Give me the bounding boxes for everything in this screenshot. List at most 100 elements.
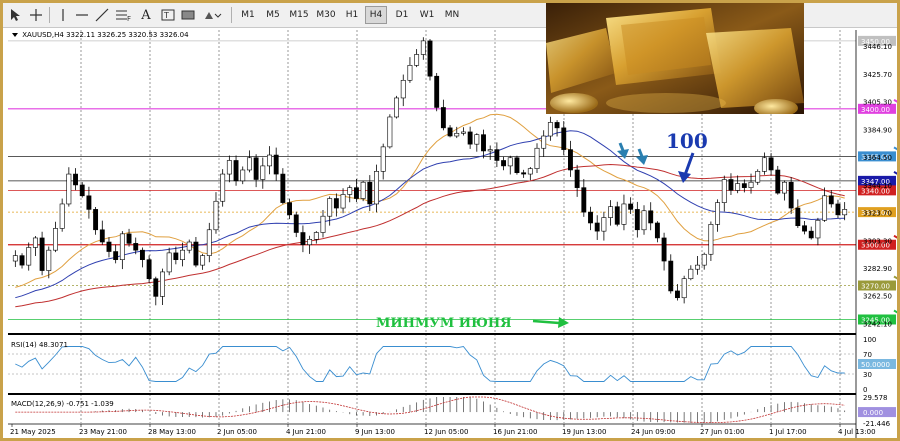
time-axis-label: 28 May 13:00 (148, 428, 196, 436)
price-tick-label: 3344.10 (863, 182, 892, 190)
time-axis-label: 19 Jun 13:00 (562, 428, 606, 436)
candle (521, 169, 527, 178)
candle (394, 95, 400, 119)
rsi-label: RSI(14) 48.3071 (11, 341, 68, 349)
candle (621, 194, 627, 231)
candle (119, 231, 125, 270)
candle (594, 215, 600, 240)
candle (400, 74, 406, 107)
candle (46, 246, 52, 279)
candle (507, 155, 513, 175)
candle (782, 180, 787, 201)
candle (440, 99, 446, 131)
candle (166, 247, 172, 276)
time-axis-label: 23 May 21:00 (79, 428, 127, 436)
candle (146, 255, 152, 283)
rsi-axis-label: 100 (863, 336, 876, 344)
candle (481, 129, 486, 159)
candle (568, 140, 573, 177)
candle (554, 120, 560, 137)
candle (427, 38, 433, 81)
time-axis-label: 16 Jun 21:00 (493, 428, 537, 436)
level-price-label: 3270.00 (861, 283, 890, 291)
chart-window: F A T M1 M5 M15 M30 H1 H4 D1 W1 MN RSI(1… (3, 3, 897, 438)
price-tick-label: 3303.30 (863, 237, 892, 245)
candle (360, 180, 366, 202)
candle (808, 226, 814, 240)
candle (93, 207, 99, 235)
candle (822, 187, 828, 222)
candle (66, 167, 72, 207)
candle (541, 130, 547, 157)
candle (802, 221, 807, 235)
price-tick-label: 3425.70 (863, 71, 892, 79)
candle (581, 179, 587, 217)
candle (126, 228, 132, 247)
candle (39, 231, 45, 276)
june-low-annotation: МИНМУМ ИЮНЯ (376, 316, 512, 331)
candle (695, 255, 700, 275)
candle (73, 168, 78, 191)
candle (835, 199, 841, 219)
candle (661, 232, 667, 271)
candle (320, 210, 326, 238)
candle (407, 57, 413, 83)
green-arrow-icon (558, 317, 569, 328)
candle (420, 37, 426, 60)
candle (795, 199, 801, 228)
rsi-axis-label: 30 (863, 371, 872, 379)
rsi-pane: RSI(14) 48.3071100705030050.0000 (8, 336, 896, 394)
candle (728, 173, 734, 195)
time-axis-label: 1 Jul 17:00 (769, 428, 807, 436)
candle (374, 164, 379, 213)
candle (260, 157, 266, 189)
pane-separators (8, 333, 856, 395)
candle (99, 220, 105, 245)
pane-separator (8, 333, 856, 335)
time-axis: 21 May 2025 23 May 21:00 28 May 13:00 2 Jun… (8, 423, 876, 436)
candle (648, 202, 654, 231)
candle (139, 247, 145, 268)
candle (53, 221, 58, 253)
candle (514, 155, 520, 175)
candle (501, 156, 507, 171)
candle (307, 235, 313, 254)
candle (12, 250, 18, 267)
candle (447, 125, 453, 138)
ohlc-values: 3322.11 3326.25 3320.53 3326.04 (66, 31, 189, 39)
candle (708, 221, 714, 261)
price-tick-label: 3364.50 (863, 154, 892, 162)
candle (735, 175, 741, 194)
candle (293, 211, 299, 238)
candle (86, 186, 92, 219)
candle (79, 182, 85, 198)
ma-period-annotation: 100 (666, 129, 708, 153)
price-tick-label: 3262.50 (863, 293, 892, 301)
candle (634, 201, 640, 238)
candle (775, 165, 781, 195)
candle (19, 253, 25, 269)
candle (213, 192, 219, 234)
candle (273, 147, 279, 181)
candle (59, 198, 65, 232)
candle (186, 239, 192, 254)
time-axis-label: 27 Jun 01:00 (700, 428, 744, 436)
candle (333, 193, 339, 217)
price-tick-label: 3323.70 (863, 210, 892, 218)
time-axis-label: 9 Jun 13:00 (355, 428, 395, 436)
price-tick-label: 3242.10 (863, 320, 892, 328)
candle (534, 143, 540, 174)
candle (721, 175, 727, 212)
candle (474, 133, 480, 152)
candle (688, 265, 694, 281)
candle (715, 199, 721, 232)
rsi-axis-label: 70 (863, 351, 872, 359)
candle (641, 205, 647, 235)
moving-averages (15, 113, 845, 308)
collapse-icon[interactable] (12, 33, 18, 37)
candle (561, 121, 567, 156)
candle (434, 72, 440, 112)
candle (106, 237, 112, 258)
price-tick-label: 3384.90 (863, 126, 892, 134)
candle (527, 167, 533, 181)
